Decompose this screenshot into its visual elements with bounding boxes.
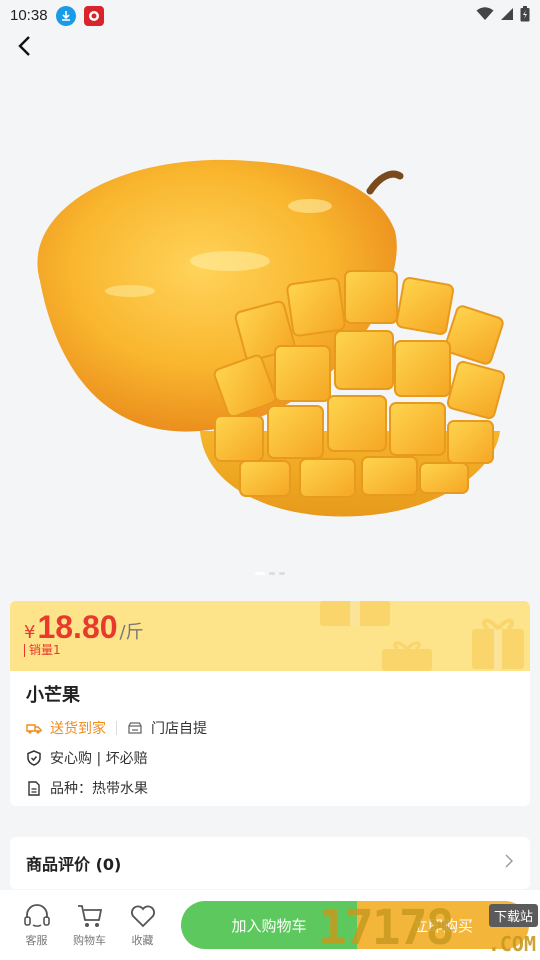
heart-icon (130, 905, 155, 927)
download-icon (55, 5, 76, 26)
currency-symbol: ¥ (24, 622, 36, 643)
delivery-icon (26, 720, 42, 736)
gift-decoration (320, 601, 390, 626)
watermark-brand: 17178 (318, 900, 454, 956)
divider (116, 721, 117, 735)
back-icon (18, 36, 30, 56)
service-button[interactable]: 客服 (10, 903, 63, 948)
delivery-options: 送货到家 门店自提 (10, 713, 530, 743)
cart-button[interactable]: 购物车 (63, 903, 116, 948)
wifi-icon (476, 6, 494, 25)
price-unit: /斤 (119, 622, 144, 643)
price-value: 18.80 (37, 609, 118, 645)
shield-icon (26, 750, 42, 766)
battery-icon (520, 5, 530, 26)
watermark-domain: .COM (487, 932, 536, 956)
cart-icon (77, 904, 102, 927)
chevron-right-icon (504, 853, 514, 873)
gift-decoration (382, 641, 432, 671)
cart-label: 购物车 (73, 933, 106, 947)
back-button[interactable] (10, 32, 38, 60)
document-icon (26, 780, 42, 796)
variety-row: 品种：热带水果 (10, 773, 530, 803)
carousel-indicator (0, 572, 540, 575)
signal-icon (500, 7, 514, 25)
delivery-option[interactable]: 送货到家 (50, 718, 106, 738)
favorite-label: 收藏 (131, 933, 154, 947)
price-band: ¥ 18.80 /斤 销量1 (10, 601, 530, 671)
product-image[interactable] (0, 31, 540, 586)
variety-text: 品种：热带水果 (50, 781, 148, 797)
gift-decoration (472, 618, 524, 669)
pickup-option[interactable]: 门店自提 (151, 718, 207, 738)
product-info-card: ¥ 18.80 /斤 销量1 小芒果 送货到家 门店自提 安心购 | 坏必赔 品… (10, 601, 530, 806)
review-title: 商品评价 (0) (26, 855, 122, 874)
review-section[interactable]: 商品评价 (0) (10, 837, 530, 889)
headset-icon (23, 903, 50, 927)
watermark-tag: 下载站 (488, 904, 538, 927)
favorite-button[interactable]: 收藏 (116, 903, 169, 948)
service-label: 客服 (25, 933, 48, 947)
watermark: 17178 下载站 .COM (318, 900, 540, 960)
status-time: 10:38 (10, 7, 48, 24)
guarantee-row: 安心购 | 坏必赔 (10, 743, 530, 773)
store-icon (127, 720, 143, 736)
product-title: 小芒果 (26, 685, 80, 706)
guarantee-text: 安心购 | 坏必赔 (50, 751, 148, 767)
app-icon (83, 5, 104, 26)
status-bar: 10:38 (0, 0, 540, 31)
